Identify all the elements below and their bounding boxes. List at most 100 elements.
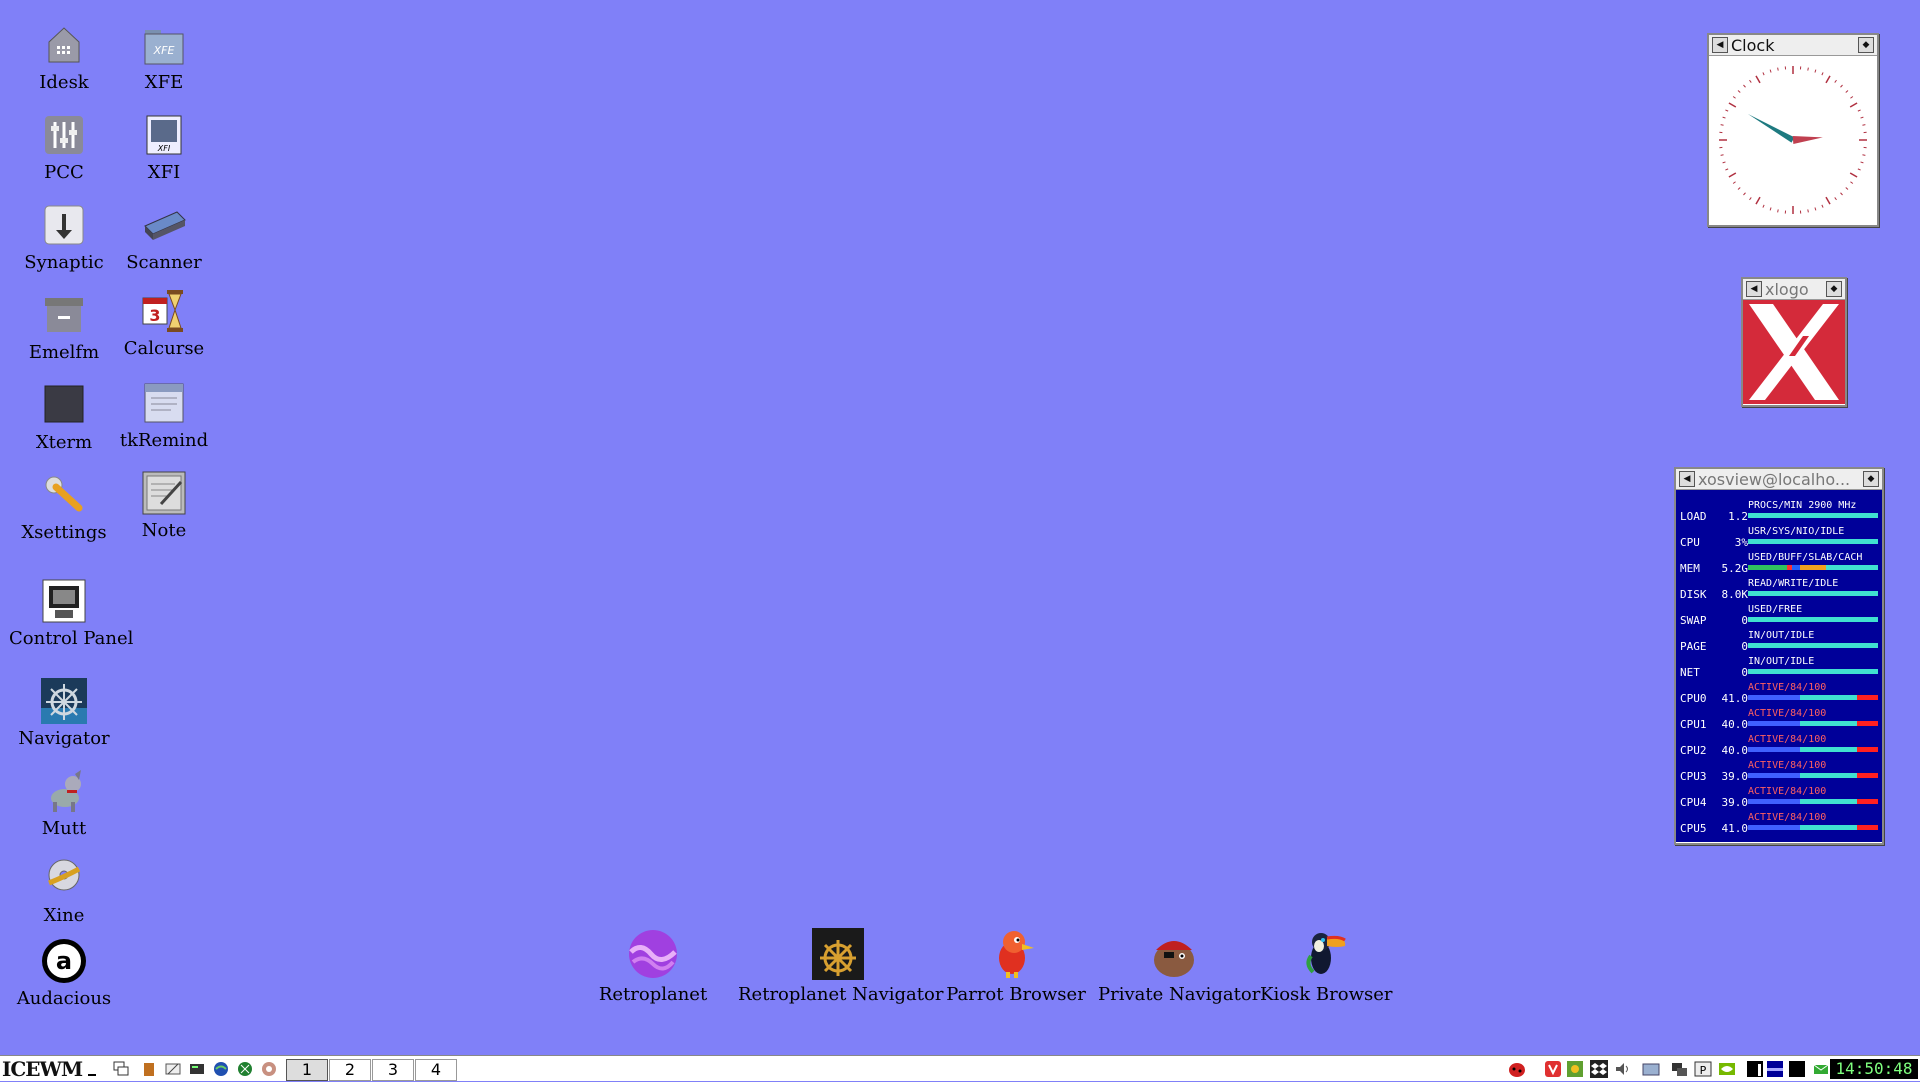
desktop-icon-label: Idesk [9,72,119,93]
control-panel-icon [41,578,87,624]
clock-tick [1738,90,1740,92]
mail-icon[interactable] [1812,1060,1830,1078]
ladybug-icon[interactable] [1508,1060,1526,1078]
start-menu-button[interactable]: ICEWM [2,1057,82,1081]
meter-legend: ACTIVE/84/100 [1748,682,1826,693]
sliders-icon [41,112,87,158]
launcher-label: Retroplanet Navigator [738,984,938,1005]
vivaldi-icon[interactable] [1544,1060,1562,1078]
desktop-icon-label: Emelfm [9,342,119,363]
desktop-icon-xfe[interactable]: XFE XFE [109,22,219,93]
desktop-icon-synaptic[interactable]: Synaptic [9,202,119,273]
window-close-button[interactable]: ◆ [1858,37,1874,53]
window-close-button[interactable]: ◆ [1826,281,1842,297]
screenshot-icon[interactable]: P [1694,1060,1712,1078]
window-list-icon[interactable] [112,1060,130,1078]
desktop-icon-xine[interactable]: Xine [9,855,119,926]
desktop-icon-xterm[interactable]: Xterm [9,382,119,453]
clock-tick [1822,72,1823,75]
dropbox-icon[interactable] [1590,1060,1608,1078]
meter-bar [1748,773,1878,778]
workspace-button-3[interactable]: 3 [372,1059,414,1081]
desktop-icon-idesk[interactable]: Idesk [9,22,119,93]
workspace-button-1[interactable]: 1 [286,1059,328,1081]
window-menu-button[interactable]: ◀ [1746,281,1762,297]
desktop-icon-note[interactable]: Note [109,470,219,541]
launcher-retroplanet-navigator[interactable]: Retroplanet Navigator [738,928,938,1005]
toolbar-settings-icon[interactable] [260,1060,278,1078]
clock-tick [1841,193,1843,195]
nvidia-icon[interactable] [1718,1060,1736,1078]
desktop-icon-xfi[interactable]: XFI XFI [109,112,219,183]
clock-tick [1850,103,1857,107]
xosview-titlebar[interactable]: ◀ xosview@localho... ◆ [1676,469,1882,490]
clock-titlebar[interactable]: ◀ Clock ◆ [1709,35,1877,56]
notepad-pencil-icon [141,470,187,516]
desktop-icon-audacious[interactable]: a Audacious [9,938,119,1009]
clock-tick [1862,125,1865,126]
meter-bar [1748,539,1878,544]
launcher-label: Parrot Browser [946,984,1086,1005]
clock-tick [1756,76,1760,83]
meter-value: 41.0 [1718,822,1748,835]
network-icon[interactable] [1670,1060,1688,1078]
workspace-button-4[interactable]: 4 [415,1059,457,1081]
toolbar-browser-icon[interactable] [212,1060,230,1078]
xlogo-titlebar[interactable]: ◀ xlogo ◆ [1743,279,1845,300]
launcher-parrot-browser[interactable]: Parrot Browser [946,928,1086,1005]
launcher-kiosk-browser[interactable]: Kiosk Browser [1260,928,1390,1005]
clock-tick [1850,97,1852,99]
clock-tick [1725,110,1728,111]
meter-value: 40.0 [1718,744,1748,757]
meter-name: CPU2 [1680,744,1707,757]
launcher-retroplanet[interactable]: Retroplanet [596,928,710,1005]
meter-value: 1.2 [1718,510,1748,523]
window-menu-button[interactable]: ◀ [1679,471,1695,487]
xosview-meter-row: DISK8.0KREAD/WRITE/IDLE [1678,578,1878,604]
xosview-window[interactable]: ◀ xosview@localho... ◆ LOAD1.2PROCS/MIN … [1674,467,1884,845]
desktop-icon-mutt[interactable]: Mutt [9,768,119,839]
taskbar-clock[interactable]: 14:50:48 [1830,1059,1918,1079]
show-desktop-button[interactable] [88,1074,96,1076]
volume-icon[interactable] [1614,1060,1632,1078]
meter-value: 40.0 [1718,718,1748,731]
toolbar-terminal-icon[interactable] [188,1060,206,1078]
analog-clock-face [1709,56,1877,224]
xosview-meter-row: CPU140.0ACTIVE/84/100 [1678,708,1878,734]
scanner-icon [141,202,187,248]
puzzle-icon[interactable] [1566,1060,1584,1078]
desktop-icon-navigator[interactable]: Navigator [9,678,119,749]
desktop-icon-label: Synaptic [9,252,119,273]
desktop-icon-emelfm[interactable]: Emelfm [9,292,119,363]
meter-legend: ACTIVE/84/100 [1748,734,1826,745]
launcher-private-navigator[interactable]: Private Navigator [1098,928,1250,1005]
clock-window[interactable]: ◀ Clock ◆ [1707,33,1879,227]
cpu-monitor-icon[interactable] [1746,1060,1764,1078]
toolbar-xmms-icon[interactable] [236,1060,254,1078]
toolbar-editor-icon[interactable] [164,1060,182,1078]
audacious-icon: a [41,938,87,984]
clock-tick [1850,182,1852,184]
net-monitor-icon[interactable] [1788,1060,1806,1078]
toolbar-app-icon[interactable] [140,1060,158,1078]
xlogo-window[interactable]: ◀ xlogo ◆ [1741,277,1847,407]
meter-legend: PROCS/MIN 2900 MHz [1748,500,1856,511]
disc-icon [41,855,87,901]
clock-tick [1846,90,1848,92]
xosview-meter-row: CPU3%USR/SYS/NIO/IDLE [1678,526,1878,552]
desktop-icon-scanner[interactable]: Scanner [109,202,219,273]
desktop-icon-tkremind[interactable]: tkRemind [109,380,219,451]
file-manager-icon[interactable] [1642,1060,1660,1078]
desktop-icon-control-panel[interactable]: Control Panel [9,578,119,649]
window-menu-button[interactable]: ◀ [1712,37,1728,53]
memory-monitor-icon[interactable] [1766,1060,1784,1078]
pirate-icon [1148,928,1200,980]
clock-tick [1750,197,1752,199]
desktop-icon-pcc[interactable]: PCC [9,112,119,183]
desktop-icon-calcurse[interactable]: 3 Calcurse [109,288,219,359]
meter-bar [1748,513,1878,518]
workspace-button-2[interactable]: 2 [329,1059,371,1081]
window-close-button[interactable]: ◆ [1863,471,1879,487]
clock-tick [1721,155,1724,156]
desktop-icon-xsettings[interactable]: Xsettings [9,472,119,543]
